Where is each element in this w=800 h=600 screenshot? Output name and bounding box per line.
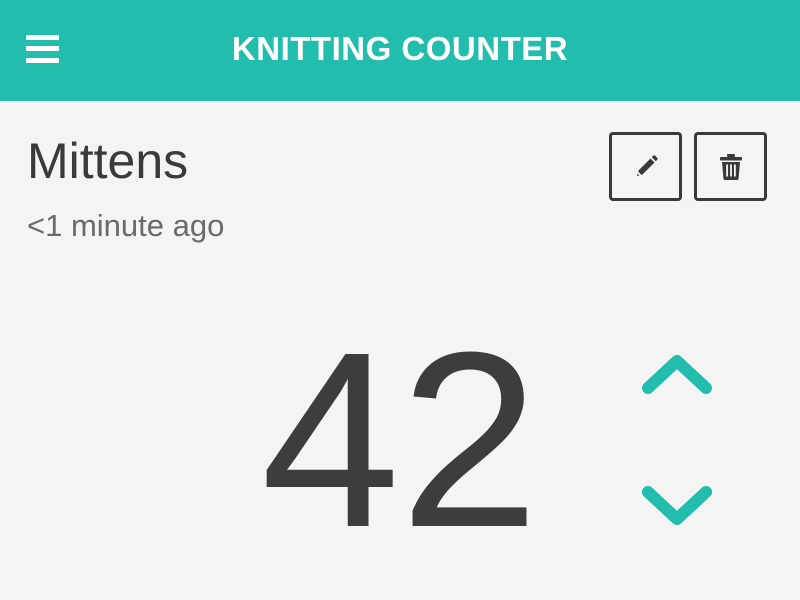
decrement-button[interactable] <box>636 478 718 538</box>
last-updated-timestamp: <1 minute ago <box>27 208 225 243</box>
increment-button[interactable] <box>636 348 718 408</box>
chevron-down-icon <box>642 486 712 525</box>
chevron-up-icon <box>642 355 712 394</box>
app-header: KNITTING COUNTER <box>0 0 800 101</box>
app-root: KNITTING COUNTER Mittens <1 minute ago 4… <box>0 0 800 600</box>
count-value: 42 <box>260 300 540 579</box>
app-title: KNITTING COUNTER <box>231 30 569 67</box>
edit-button[interactable] <box>609 132 682 201</box>
trash-icon <box>719 153 742 180</box>
pencil-icon <box>636 154 658 176</box>
delete-button[interactable] <box>694 132 767 201</box>
counter-name: Mittens <box>27 133 189 189</box>
